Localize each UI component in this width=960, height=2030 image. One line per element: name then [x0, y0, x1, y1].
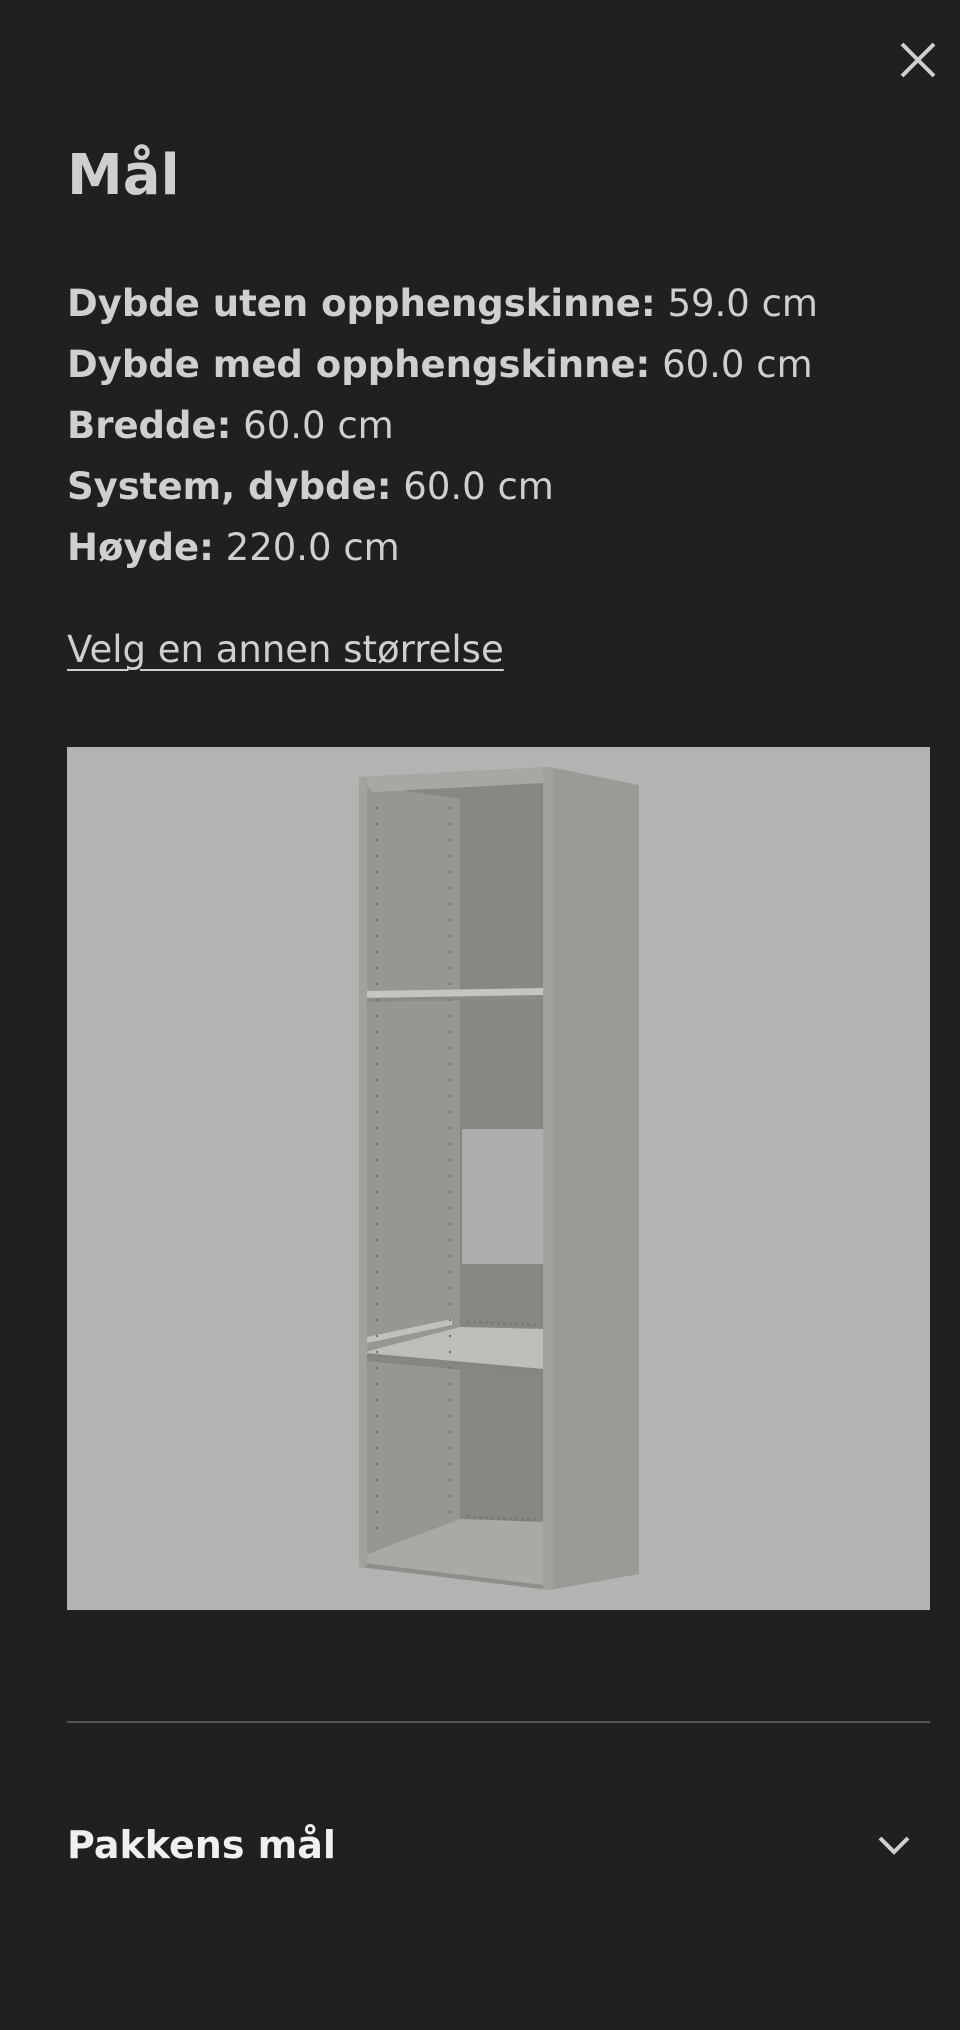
close-button[interactable]	[892, 34, 944, 86]
dimension-item: Dybde med opphengskinne: 60.0 cm	[67, 334, 818, 395]
dimension-label: Dybde med opphengskinne:	[67, 343, 651, 386]
dimension-value: 59.0 cm	[667, 282, 818, 325]
cabinet-frame-illustration	[67, 747, 930, 1610]
choose-other-size-link[interactable]: Velg en annen størrelse	[67, 622, 504, 678]
close-icon	[900, 42, 936, 78]
dimension-item: Høyde: 220.0 cm	[67, 517, 818, 578]
dimension-item: System, dybde: 60.0 cm	[67, 456, 818, 517]
dialog-title: Mål	[67, 143, 180, 208]
dimension-item: Bredde: 60.0 cm	[67, 395, 818, 456]
dimension-label: Bredde:	[67, 404, 232, 447]
dimension-label: System, dybde:	[67, 465, 392, 508]
dimension-item: Dybde uten opphengskinne: 59.0 cm	[67, 273, 818, 334]
package-dimensions-title: Pakkens mål	[67, 1823, 336, 1867]
dimension-label: Dybde uten opphengskinne:	[67, 282, 656, 325]
dimension-label: Høyde:	[67, 526, 214, 569]
product-image	[67, 747, 930, 1610]
section-divider	[67, 1721, 930, 1723]
dimension-value: 60.0 cm	[403, 465, 554, 508]
dimension-value: 60.0 cm	[243, 404, 394, 447]
dimension-value: 220.0 cm	[225, 526, 400, 569]
dimension-value: 60.0 cm	[662, 343, 813, 386]
chevron-down-icon	[872, 1823, 916, 1867]
package-dimensions-accordion[interactable]: Pakkens mål	[67, 1800, 930, 1890]
dimension-list: Dybde uten opphengskinne: 59.0 cm Dybde …	[67, 273, 818, 578]
